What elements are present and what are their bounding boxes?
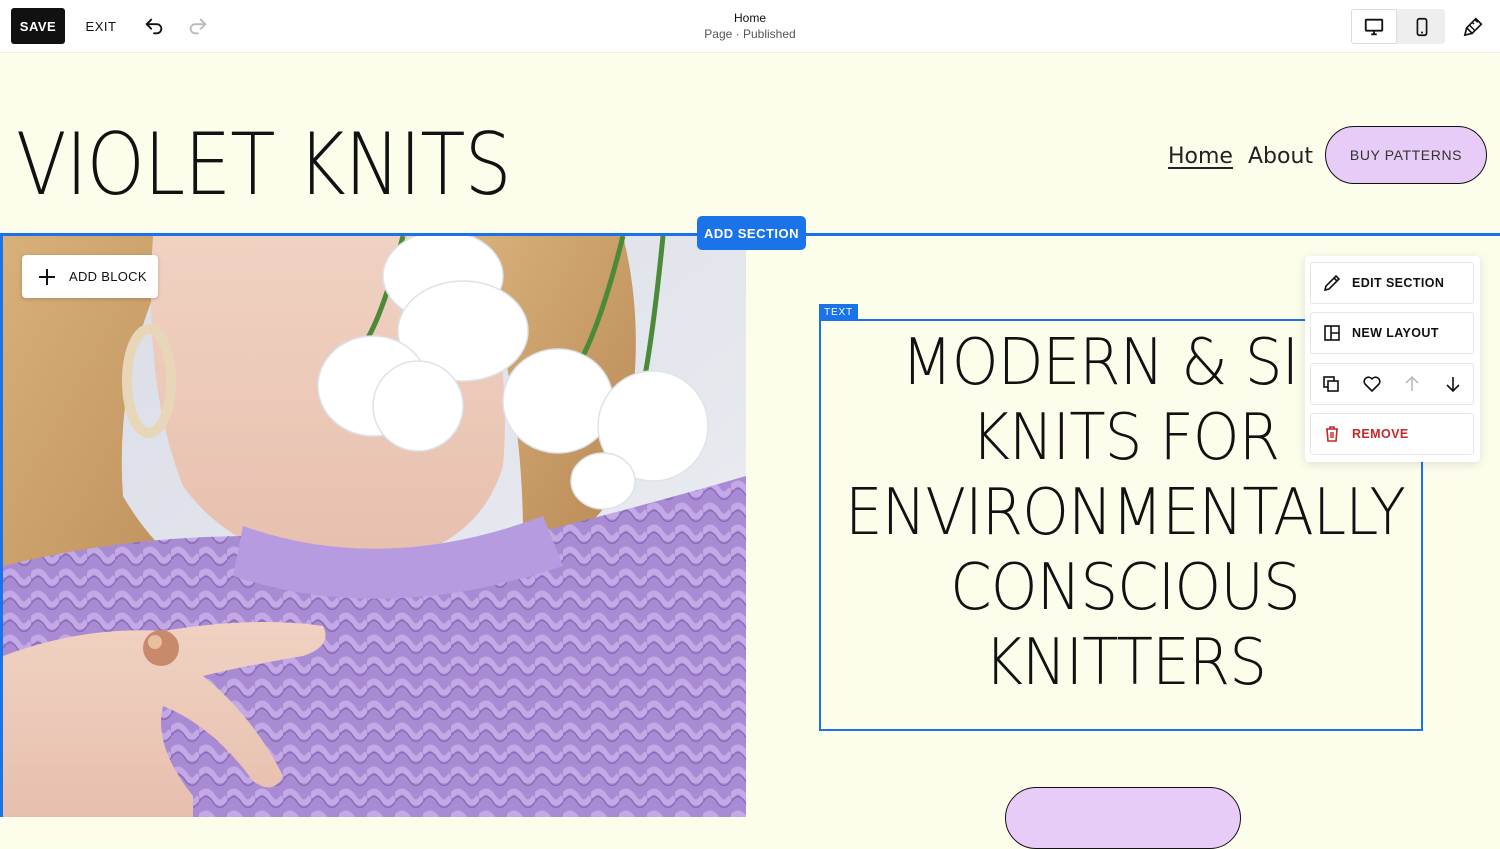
undo-icon[interactable] [140,12,168,40]
plus-icon [39,268,55,285]
remove-label: REMOVE [1352,427,1409,441]
layout-icon [1324,325,1340,341]
nav-link-home[interactable]: Home [1168,144,1233,169]
buy-patterns-button[interactable]: BUY PATTERNS [1325,126,1487,184]
trash-icon [1326,426,1338,442]
section-action-icons [1310,363,1474,405]
edit-section-button[interactable]: EDIT SECTION [1310,262,1474,304]
section-action-menu: EDIT SECTION NEW LAYOUT REMOVE [1305,256,1480,462]
move-up-icon[interactable] [1401,373,1423,395]
page-title: Home [733,11,766,25]
add-block-label: ADD BLOCK [69,269,147,284]
add-section-button[interactable]: ADD SECTION [697,216,806,250]
site-styles-icon[interactable] [1460,12,1488,40]
move-down-icon[interactable] [1442,373,1464,395]
section-photo[interactable] [3,236,746,817]
edit-section-label: EDIT SECTION [1352,276,1445,290]
duplicate-icon[interactable] [1320,373,1342,395]
desktop-icon[interactable] [1351,9,1397,44]
page-status: Page · Published [704,27,796,41]
editor-toolbar: SAVE EXIT Home Page · Published [0,0,1500,53]
save-button[interactable]: SAVE [11,8,65,44]
nav-link-about[interactable]: About [1248,144,1313,169]
exit-button[interactable]: EXIT [80,8,122,44]
page-title-area: Home Page · Published [650,10,850,42]
headline-line: CONSCIOUS [950,551,1301,625]
mobile-icon[interactable] [1399,9,1445,44]
add-block-button[interactable]: ADD BLOCK [22,255,158,298]
headline-line: ENVIRONMENTALLY [845,476,1406,550]
pencil-icon [1323,274,1341,292]
site-title[interactable]: VIOLET KNITS [16,115,512,215]
remove-section-button[interactable]: REMOVE [1310,413,1474,455]
heart-icon[interactable] [1361,373,1383,395]
new-layout-label: NEW LAYOUT [1352,326,1439,340]
redo-icon[interactable] [184,12,212,40]
device-toggle [1351,9,1445,44]
section-cta-button[interactable] [1005,787,1241,849]
text-block-tag: TEXT [819,304,858,320]
new-layout-button[interactable]: NEW LAYOUT [1310,312,1474,354]
headline-line: KNITTERS [983,626,1267,700]
